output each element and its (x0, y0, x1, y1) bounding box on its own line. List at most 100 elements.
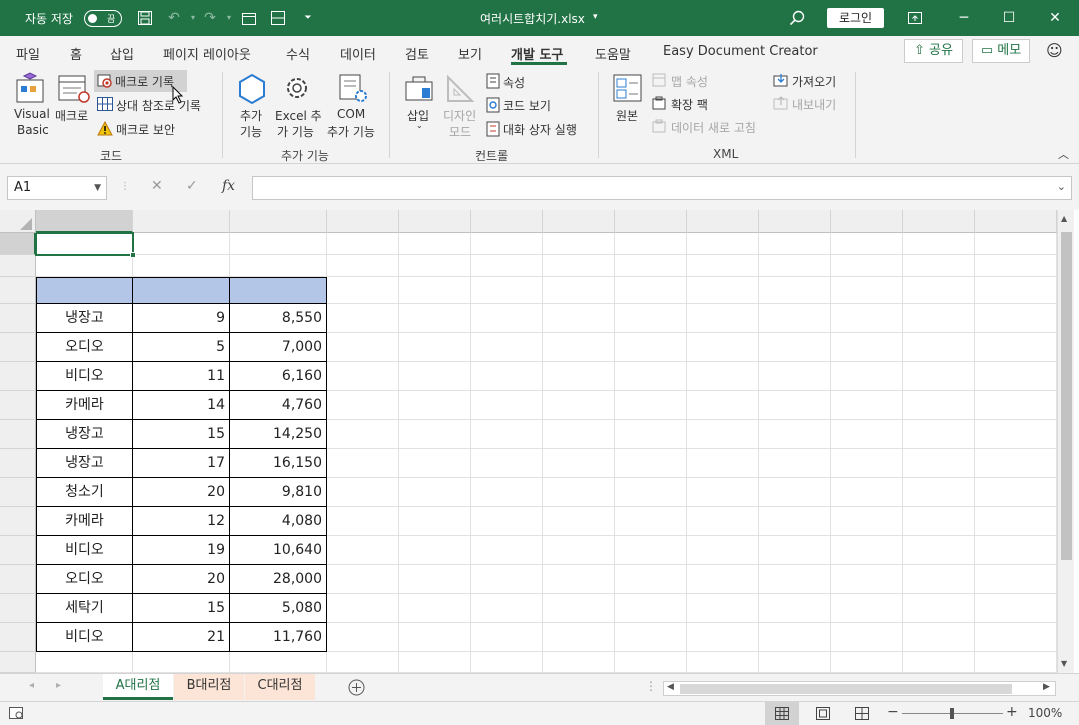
table-cell[interactable]: 청소기 (36, 478, 133, 507)
expansion-pack-button[interactable]: 확장 팩 (671, 96, 708, 113)
grid-cell[interactable] (471, 652, 543, 673)
grid-cell[interactable] (615, 277, 687, 304)
grid-cell[interactable] (903, 478, 975, 507)
grid-cell[interactable] (903, 652, 975, 673)
column-header[interactable] (615, 210, 687, 233)
grid-cell[interactable] (831, 333, 903, 362)
grid-cell[interactable] (687, 362, 759, 391)
table-cell[interactable]: 카메라 (36, 391, 133, 420)
row-header[interactable] (0, 565, 36, 594)
undo-dropdown-icon[interactable]: ▾ (185, 10, 201, 26)
grid-cell[interactable] (399, 255, 471, 277)
enter-icon[interactable]: ✓ (186, 178, 198, 194)
row-header[interactable] (0, 652, 36, 673)
grid-cell[interactable] (133, 652, 230, 673)
zoom-level[interactable]: 100% (1028, 706, 1062, 720)
vertical-scroll-thumb[interactable] (1061, 232, 1072, 560)
table-cell[interactable]: 28,000 (230, 565, 327, 594)
redo-icon[interactable]: ↷ (202, 10, 218, 26)
grid-cell[interactable] (615, 507, 687, 536)
sheet-tab-c[interactable]: C대리점 (245, 674, 315, 700)
table-cell[interactable]: 11 (133, 362, 230, 391)
grid-cell[interactable] (615, 233, 687, 255)
maximize-icon[interactable]: ☐ (999, 8, 1019, 28)
add-ins-label-2[interactable]: 기능 (240, 123, 262, 140)
column-header[interactable] (687, 210, 759, 233)
excel-add-ins-label-1[interactable]: Excel 추 (275, 107, 322, 124)
row-header[interactable] (0, 507, 36, 536)
redo-dropdown-icon[interactable]: ▾ (221, 10, 237, 26)
tab-formulas[interactable]: 수식 (286, 44, 310, 63)
grid-cell[interactable] (975, 391, 1057, 420)
grid-cell[interactable] (399, 623, 471, 652)
grid-cell[interactable] (543, 333, 615, 362)
horizontal-scrollbar[interactable]: ◀ ▶ (663, 681, 1056, 696)
grid-cell[interactable] (831, 536, 903, 565)
grid-cell[interactable] (471, 304, 543, 333)
table-cell[interactable]: 15 (133, 420, 230, 449)
add-ins-label-1[interactable]: 추가 (240, 107, 262, 124)
grid-cell[interactable] (36, 652, 133, 673)
column-header[interactable] (543, 210, 615, 233)
page-break-preview-icon[interactable] (855, 707, 869, 720)
com-add-ins-label-2[interactable]: 추가 기능 (327, 123, 375, 140)
login-button[interactable]: 로그인 (827, 8, 884, 28)
import-button[interactable]: 가져오기 (792, 73, 836, 90)
grid-cell[interactable] (327, 507, 399, 536)
grid-cell[interactable] (471, 362, 543, 391)
tab-review[interactable]: 검토 (405, 44, 429, 63)
tab-file[interactable]: 파일 (16, 44, 40, 63)
zoom-slider-thumb[interactable] (950, 708, 954, 719)
grid-cell[interactable] (399, 565, 471, 594)
grid-cell[interactable] (903, 362, 975, 391)
tab-splitter-icon[interactable]: ⋮ (645, 679, 657, 693)
grid-cell[interactable] (399, 420, 471, 449)
grid-cell[interactable] (327, 449, 399, 478)
table-cell[interactable]: 19 (133, 536, 230, 565)
save-icon[interactable] (137, 10, 153, 26)
com-add-ins-label-1[interactable]: COM (337, 107, 365, 121)
column-header[interactable] (133, 210, 230, 233)
grid-cell[interactable] (687, 594, 759, 623)
grid-cell[interactable] (759, 391, 831, 420)
table-cell[interactable]: 10,640 (230, 536, 327, 565)
table-cell[interactable]: 4,080 (230, 507, 327, 536)
grid-cell[interactable] (687, 623, 759, 652)
new-sheet-icon[interactable] (241, 10, 257, 26)
column-header[interactable] (759, 210, 831, 233)
table-cell[interactable]: 냉장고 (36, 449, 133, 478)
next-sheet-icon[interactable]: ▸ (56, 680, 61, 691)
grid-cell[interactable] (471, 255, 543, 277)
grid-cell[interactable] (975, 594, 1057, 623)
grid-cell[interactable] (399, 449, 471, 478)
refresh-data-button[interactable]: 데이터 새로 고침 (671, 119, 756, 136)
normal-view-button[interactable] (765, 702, 799, 725)
design-mode-label-2[interactable]: 모드 (449, 123, 471, 140)
grid-cell[interactable] (831, 507, 903, 536)
grid-cell[interactable] (399, 594, 471, 623)
grid-cell[interactable] (903, 304, 975, 333)
table-title[interactable] (36, 255, 236, 277)
insert-dropdown-icon[interactable]: ⌄ (416, 121, 423, 130)
grid-cell[interactable] (903, 233, 975, 255)
grid-cell[interactable] (471, 449, 543, 478)
table-cell[interactable]: 7,000 (230, 333, 327, 362)
new-sheet-plus-icon[interactable] (348, 679, 365, 696)
close-icon[interactable]: ✕ (1045, 8, 1065, 28)
grid-cell[interactable] (615, 362, 687, 391)
grid-cell[interactable] (687, 507, 759, 536)
autosave-toggle[interactable]: 끔 (84, 10, 122, 27)
cancel-icon[interactable]: ✕ (151, 178, 163, 194)
grid-cell[interactable] (831, 623, 903, 652)
visual-basic-label-2[interactable]: Basic (17, 123, 49, 137)
grid-cell[interactable] (687, 565, 759, 594)
grid-cell[interactable] (543, 304, 615, 333)
horizontal-scroll-thumb[interactable] (680, 684, 1012, 694)
table-cell[interactable]: 비디오 (36, 536, 133, 565)
grid-cell[interactable] (543, 362, 615, 391)
active-cell-selection[interactable] (35, 232, 134, 256)
map-properties-button[interactable]: 맵 속성 (671, 73, 708, 90)
table-cell[interactable]: 9,810 (230, 478, 327, 507)
grid-cell[interactable] (399, 333, 471, 362)
grid-cell[interactable] (615, 255, 687, 277)
